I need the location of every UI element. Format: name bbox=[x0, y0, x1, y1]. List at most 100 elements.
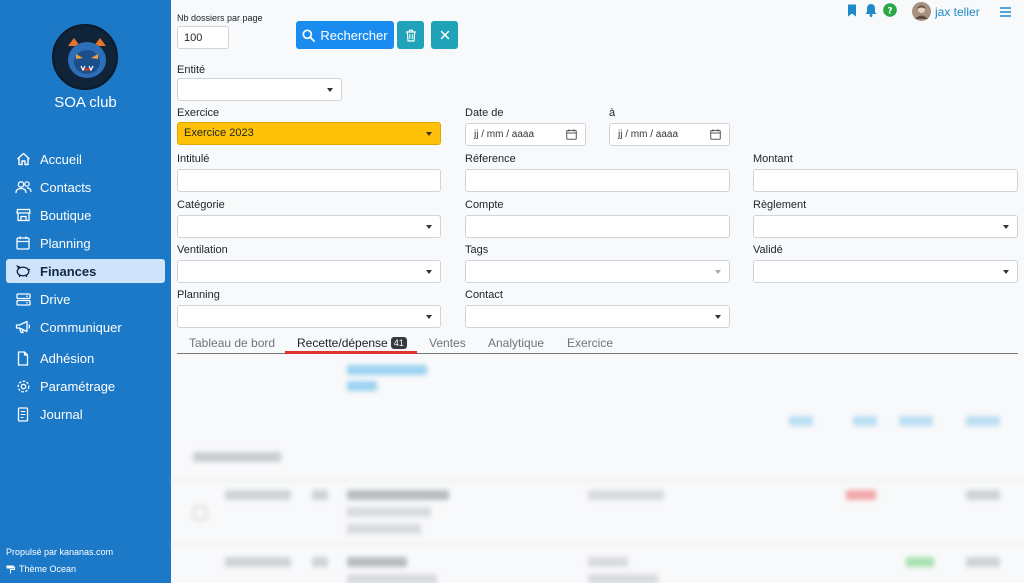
trash-icon bbox=[405, 29, 417, 42]
payment-select[interactable] bbox=[753, 215, 1018, 238]
search-button[interactable]: Rechercher bbox=[296, 21, 394, 49]
chevron-down-icon bbox=[715, 315, 721, 319]
date-from-input[interactable]: jj / mm / aaaa bbox=[465, 123, 586, 146]
category-label: Catégorie bbox=[177, 199, 225, 211]
blurred-transactions-list bbox=[171, 356, 1024, 583]
row-divider bbox=[171, 480, 1024, 481]
bell-icon[interactable] bbox=[865, 3, 877, 20]
blurred-month-heading bbox=[193, 452, 281, 462]
validated-label: Validé bbox=[753, 244, 783, 256]
blurred-cell bbox=[312, 490, 328, 500]
help-icon[interactable]: ? bbox=[883, 3, 897, 20]
blurred-tag bbox=[347, 381, 377, 391]
user-name[interactable]: jax teller bbox=[935, 5, 980, 19]
journal-icon bbox=[14, 406, 32, 422]
blurred-cell bbox=[225, 490, 291, 500]
clear-button[interactable] bbox=[431, 21, 458, 49]
blurred-cell bbox=[347, 524, 421, 534]
club-logo[interactable] bbox=[52, 24, 118, 90]
sidebar-item-label: Journal bbox=[40, 406, 83, 422]
blurred-cell bbox=[846, 490, 876, 500]
powered-by-text[interactable]: Propulsé par kananas.com bbox=[6, 547, 113, 557]
blurred-cell bbox=[312, 557, 328, 567]
sidebar-item-drive[interactable]: Drive bbox=[6, 287, 165, 311]
sidebar-item-journal[interactable]: Journal bbox=[6, 402, 165, 426]
sidebar-item-boutique[interactable]: Boutique bbox=[6, 203, 165, 227]
reference-input[interactable] bbox=[465, 169, 730, 192]
exercise-select[interactable]: Exercice 2023 bbox=[177, 122, 441, 145]
planning-select[interactable] bbox=[177, 305, 441, 328]
piggy-bank-icon bbox=[14, 263, 32, 279]
sidebar-item-adhesion[interactable]: Adhésion bbox=[6, 346, 165, 370]
theme-link[interactable]: Thème Ocean bbox=[6, 564, 76, 574]
title-label: Intitulé bbox=[177, 153, 210, 165]
date-placeholder: jj / mm / aaaa bbox=[474, 129, 535, 140]
row-checkbox bbox=[193, 506, 207, 520]
sidebar-item-label: Planning bbox=[40, 235, 91, 251]
blurred-tag bbox=[347, 365, 427, 375]
close-icon bbox=[440, 30, 450, 40]
paint-roller-icon bbox=[6, 565, 15, 574]
entity-select[interactable] bbox=[177, 78, 342, 101]
calendar-icon[interactable] bbox=[566, 129, 577, 143]
tab-exercice[interactable]: Exercice bbox=[567, 336, 613, 350]
ventilation-select[interactable] bbox=[177, 260, 441, 283]
sidebar-item-communiquer[interactable]: Communiquer bbox=[6, 315, 165, 339]
blurred-cell bbox=[347, 557, 407, 567]
sidebar-item-label: Finances bbox=[40, 263, 97, 279]
main-content: ? jax teller Nb dossiers par page Recher… bbox=[171, 0, 1024, 583]
sidebar-item-label: Drive bbox=[40, 291, 71, 307]
calendar-icon[interactable] bbox=[710, 129, 721, 143]
tab-ventes[interactable]: Ventes bbox=[429, 336, 466, 350]
amount-input[interactable] bbox=[753, 169, 1018, 192]
reference-label: Réference bbox=[465, 153, 516, 165]
date-from-label: Date de bbox=[465, 107, 504, 119]
svg-text:?: ? bbox=[887, 7, 892, 17]
sidebar-item-accueil[interactable]: Accueil bbox=[6, 147, 165, 171]
date-to-input[interactable]: jj / mm / aaaa bbox=[609, 123, 730, 146]
blurred-cell bbox=[225, 557, 291, 567]
drive-icon bbox=[14, 291, 32, 307]
tab-recette-depense[interactable]: Recette/dépense 41 bbox=[297, 336, 407, 350]
category-select[interactable] bbox=[177, 215, 441, 238]
exercise-value: Exercice 2023 bbox=[184, 127, 254, 139]
amount-label: Montant bbox=[753, 153, 793, 165]
sidebar: SOA club Accueil Contacts Boutique Plann… bbox=[0, 0, 171, 583]
contact-select[interactable] bbox=[465, 305, 730, 328]
per-page-input[interactable] bbox=[177, 26, 229, 49]
tags-select[interactable] bbox=[465, 260, 730, 283]
sidebar-item-parametrage[interactable]: Paramétrage bbox=[6, 374, 165, 398]
sidebar-item-contacts[interactable]: Contacts bbox=[6, 175, 165, 199]
row-divider bbox=[171, 544, 1024, 545]
delete-button[interactable] bbox=[397, 21, 424, 49]
sidebar-item-label: Adhésion bbox=[40, 350, 95, 366]
chevron-down-icon bbox=[426, 270, 432, 274]
date-to-label: à bbox=[609, 107, 616, 119]
hamburger-menu-icon[interactable] bbox=[1000, 6, 1011, 20]
sidebar-item-finances[interactable]: Finances bbox=[6, 259, 165, 283]
blurred-cell bbox=[588, 490, 664, 500]
tab-tableau-de-bord[interactable]: Tableau de bord bbox=[189, 336, 275, 350]
blurred-cell bbox=[588, 557, 628, 567]
chevron-down-icon bbox=[715, 270, 721, 274]
avatar[interactable] bbox=[912, 2, 931, 24]
tab-analytique[interactable]: Analytique bbox=[488, 336, 544, 350]
users-icon bbox=[14, 179, 32, 195]
blurred-cell bbox=[966, 557, 1000, 567]
blurred-cell bbox=[906, 557, 934, 567]
chevron-down-icon bbox=[426, 225, 432, 229]
contact-label: Contact bbox=[465, 289, 503, 301]
count-badge: 41 bbox=[390, 337, 407, 349]
planning-label: Planning bbox=[177, 289, 220, 301]
bookmark-icon[interactable] bbox=[847, 4, 857, 20]
blurred-header-cell bbox=[899, 416, 933, 426]
tab-bar: Tableau de bord Recette/dépense 41 Ventes… bbox=[177, 334, 1018, 354]
validated-select[interactable] bbox=[753, 260, 1018, 283]
title-input[interactable] bbox=[177, 169, 441, 192]
blurred-cell bbox=[588, 574, 658, 583]
per-page-label: Nb dossiers par page bbox=[177, 13, 263, 23]
chevron-down-icon bbox=[426, 132, 432, 136]
entity-label: Entité bbox=[177, 64, 206, 76]
account-input[interactable] bbox=[465, 215, 730, 238]
sidebar-item-planning[interactable]: Planning bbox=[6, 231, 165, 255]
